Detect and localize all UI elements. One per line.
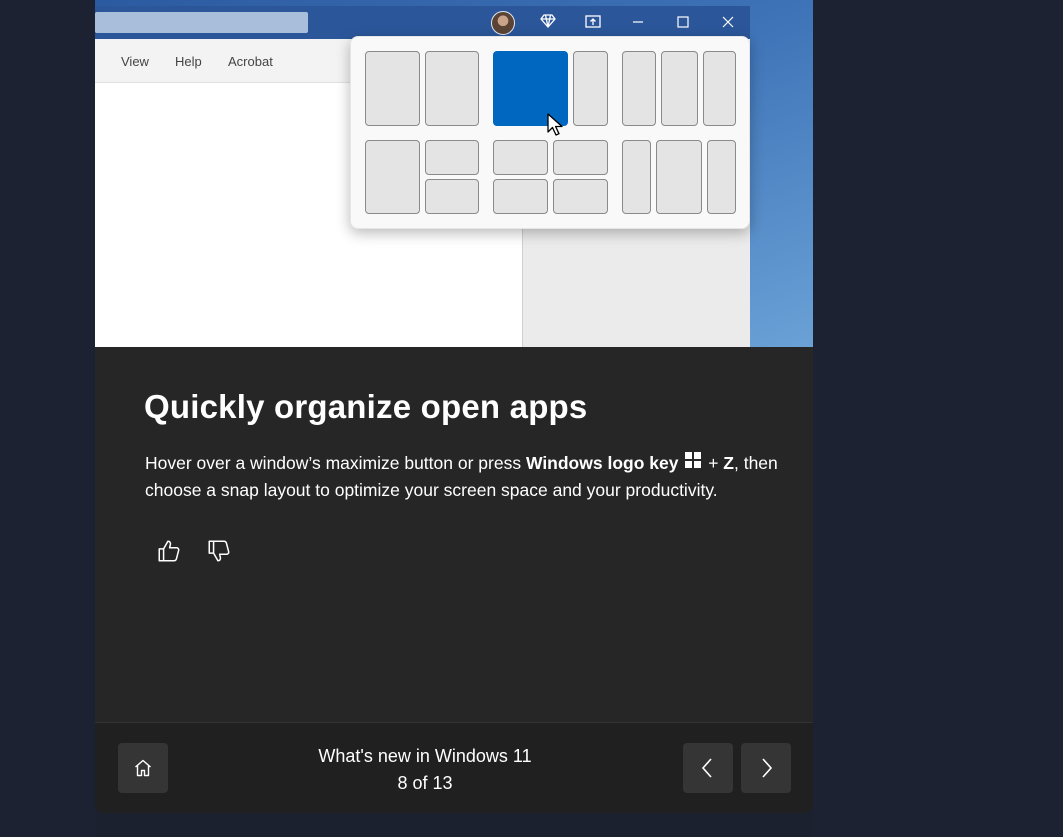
desktop-background-left bbox=[0, 0, 95, 837]
illustration-titlebar bbox=[95, 6, 750, 39]
tip-desc-plus: + bbox=[703, 453, 724, 473]
snap-zone bbox=[493, 179, 548, 214]
desktop-background-right bbox=[813, 0, 1063, 837]
thumbs-down-button[interactable] bbox=[202, 534, 236, 568]
next-button[interactable] bbox=[741, 743, 791, 793]
diamond-icon bbox=[538, 13, 558, 33]
snap-zone bbox=[425, 140, 479, 175]
home-icon bbox=[135, 759, 151, 777]
close-icon bbox=[718, 13, 738, 33]
snap-zone bbox=[425, 179, 479, 214]
snap-zone bbox=[703, 51, 736, 126]
snap-layout-illustration: View Help Acrobat bbox=[95, 0, 813, 347]
tips-footer: What's new in Windows 11 8 of 13 bbox=[95, 722, 813, 813]
chevron-left-icon bbox=[701, 758, 712, 778]
mouse-cursor-icon bbox=[547, 113, 563, 136]
snap-zone bbox=[707, 140, 736, 214]
tips-collection-title: What's new in Windows 11 bbox=[318, 746, 532, 766]
share-icon bbox=[583, 13, 603, 33]
snap-zone bbox=[622, 140, 651, 214]
snap-zone bbox=[365, 51, 420, 126]
profile-avatar bbox=[491, 11, 515, 35]
snap-zone bbox=[622, 51, 656, 126]
menu-view: View bbox=[121, 54, 149, 69]
illustration-title-field bbox=[95, 12, 308, 33]
windows-logo-icon bbox=[685, 452, 702, 468]
tip-desc-text: Hover over a window’s maximize button or… bbox=[145, 453, 526, 473]
page-counter: 8 of 13 bbox=[397, 773, 453, 793]
snap-zone bbox=[493, 140, 548, 175]
snap-zone bbox=[661, 51, 698, 126]
thumbs-down-icon bbox=[208, 540, 230, 562]
snap-zone bbox=[573, 51, 608, 126]
snap-layouts-flyout bbox=[350, 36, 750, 229]
snap-zone bbox=[425, 51, 479, 126]
maximize-icon bbox=[673, 13, 693, 33]
snap-zone bbox=[656, 140, 702, 214]
tip-heading: Quickly organize open apps bbox=[144, 388, 588, 425]
tip-desc-key: Windows logo key bbox=[525, 453, 679, 473]
tip-desc-z: Z bbox=[723, 453, 734, 473]
thumbs-up-button[interactable] bbox=[152, 534, 186, 568]
menu-acrobat: Acrobat bbox=[228, 54, 273, 69]
previous-button[interactable] bbox=[683, 743, 733, 793]
home-button[interactable] bbox=[118, 743, 168, 793]
menu-help: Help bbox=[175, 54, 202, 69]
snap-zone bbox=[553, 179, 608, 214]
minimize-icon bbox=[628, 13, 648, 33]
snap-zone bbox=[553, 140, 608, 175]
snap-zone bbox=[365, 140, 420, 214]
chevron-right-icon bbox=[762, 758, 773, 778]
tip-description: Hover over a window’s maximize button or… bbox=[145, 450, 785, 504]
tips-card: View Help Acrobat Quickly organize open … bbox=[95, 0, 813, 813]
thumbs-up-icon bbox=[158, 540, 180, 562]
